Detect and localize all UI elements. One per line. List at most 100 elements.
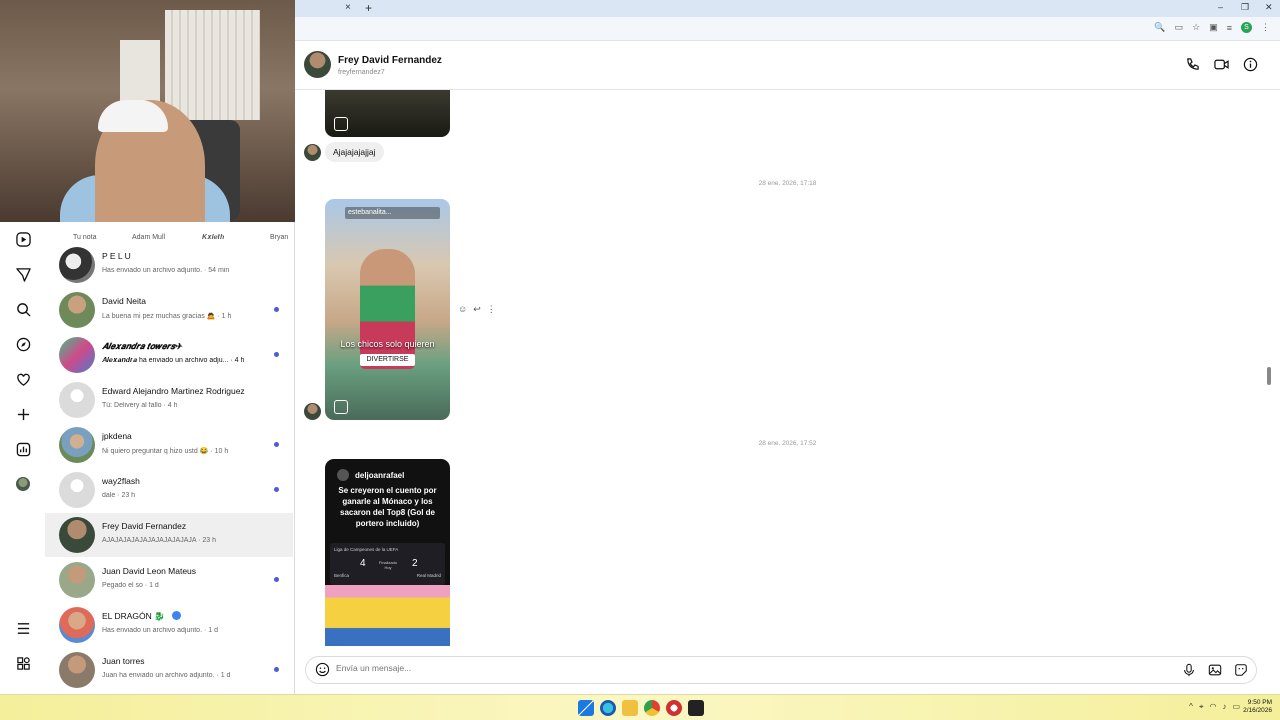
note-label[interactable]: Bryan [270, 234, 288, 241]
chat-scrollbar[interactable] [1267, 367, 1271, 385]
obs-taskbar-icon[interactable] [688, 700, 704, 716]
file-explorer-icon[interactable] [622, 700, 638, 716]
more-menu-icon[interactable] [12, 617, 34, 639]
unread-dot [274, 352, 279, 357]
start-windows-icon[interactable] [578, 700, 594, 716]
conversation-name: Edward Alejandro Martinez Rodriguez [102, 386, 245, 396]
maximize-button[interactable]: ❐ [1241, 2, 1249, 13]
conversation-name: jpkdena [102, 431, 132, 441]
tab-close-button[interactable]: × [345, 2, 351, 13]
conversation-item-active[interactable]: Frey David Fernandez AJAJAJAJAJAJAJAJAJA… [45, 513, 293, 557]
sticker-icon[interactable] [1234, 663, 1248, 682]
volume-icon[interactable]: ♪ [1222, 702, 1226, 712]
reel-caption: Se creyeron el cuento por ganarle al Món… [338, 486, 437, 528]
reel-icon [334, 117, 348, 131]
reel-attachment[interactable]: deljoanrafael Se creyeron el cuento por … [325, 459, 450, 646]
avatar [59, 337, 95, 373]
split-screen-icon[interactable]: ▣ [1209, 22, 1218, 33]
image-upload-icon[interactable] [1208, 663, 1222, 682]
conversation-preview: dale · 23 h [102, 492, 136, 499]
conversation-preview: Has enviado un archivo adjunto. · 54 min [102, 267, 230, 274]
away-team: Real Madrid [416, 573, 441, 578]
edge-browser-icon[interactable] [600, 700, 616, 716]
conversation-item[interactable]: 𝑨𝒍𝒆𝒙𝒂𝒏𝒅𝒓𝒂 𝒕𝒐𝒘𝒆𝒓𝒔✈ 𝑨𝒍𝒆𝒙𝒂𝒏𝒅𝒓𝒂 ha enviado u… [45, 333, 293, 377]
search-icon[interactable] [12, 298, 34, 320]
reel-handle: deljoanrafael [355, 471, 405, 480]
message-input[interactable] [336, 663, 1156, 673]
react-emoji-icon[interactable]: ☺ [458, 304, 467, 315]
reel-attachment[interactable]: estebanalita... Los chicos solo quieren … [325, 199, 450, 420]
message-timestamp: 28 ene. 2026, 17:52 [758, 440, 817, 447]
battery-icon[interactable]: ▭ [1232, 702, 1240, 712]
browser-menu-icon[interactable]: ⋮ [1261, 22, 1270, 33]
conversation-item[interactable]: Juan torres Juan ha enviado un archivo a… [45, 648, 293, 692]
unread-dot [274, 307, 279, 312]
clock-time: 9:50 PM [1247, 699, 1272, 706]
league-name: Liga de Campeones de la UEFA [334, 547, 399, 552]
reply-icon[interactable]: ↩ [473, 304, 481, 315]
conversation-item[interactable]: Juan David Leon Mateus Pegado el so · 1 … [45, 558, 293, 602]
unread-dot [274, 667, 279, 672]
zoom-icon[interactable]: 🔍 [1154, 22, 1165, 33]
note-label[interactable]: 𝑲𝒙𝒍𝒆𝒕𝒉 [202, 234, 224, 242]
conversation-preview: Has enviado un archivo adjunto. · 1 d [102, 627, 218, 634]
minimize-button[interactable]: – [1218, 2, 1223, 12]
wifi-icon[interactable]: ◠ [1209, 702, 1216, 712]
avatar [59, 652, 95, 688]
conversation-item[interactable]: way2flash dale · 23 h [45, 468, 293, 512]
clock-date: 2/16/2026 [1243, 707, 1272, 714]
chat-contact-username: freyfernandez7 [338, 69, 385, 76]
tray-chevron-icon[interactable]: ^ [1189, 702, 1193, 712]
avatar [59, 292, 95, 328]
match-status: Finalizado Hoy [378, 560, 398, 570]
conversation-item[interactable]: P E L U Has enviado un archivo adjunto. … [45, 243, 293, 287]
conversation-preview: AJAJAJAJAJAJAJAJAJAJAJA · 23 h [102, 537, 216, 544]
create-plus-icon[interactable] [12, 403, 34, 425]
chrome-browser-icon[interactable] [644, 700, 660, 716]
emoji-picker-icon[interactable] [315, 662, 330, 682]
meta-apps-icon[interactable] [12, 652, 34, 674]
location-icon: ⌖ [1198, 702, 1204, 711]
phone-call-icon[interactable] [1185, 57, 1200, 77]
profile-avatar[interactable]: S [1241, 22, 1252, 33]
chat-header: Frey David Fernandez freyfernandez7 [295, 41, 1280, 90]
extensions-icon[interactable]: ≡ [1227, 23, 1232, 33]
cartoon-image [325, 585, 450, 646]
conversation-name: Frey David Fernandez [102, 521, 187, 531]
reel-caption: Los chicos solo quieren [340, 339, 435, 349]
app-taskbar-icon[interactable] [666, 700, 682, 716]
conversation-list: Tu nota Adam Mull 𝑲𝒙𝒍𝒆𝒕𝒉 Bryan P E L U H… [45, 222, 295, 694]
more-options-icon[interactable]: ⋮ [487, 304, 496, 315]
insights-chart-icon[interactable] [12, 438, 34, 460]
video-call-icon[interactable] [1214, 57, 1229, 77]
conversation-name: Juan David Leon Mateus [102, 566, 197, 576]
address-bar[interactable]: 🔍 ▭ ☆ ▣ ≡ S ⋮ [295, 17, 1280, 41]
info-icon[interactable] [1243, 57, 1258, 77]
conversation-item[interactable]: EL DRAGÓN 🐉 Has enviado un archivo adjun… [45, 603, 293, 647]
close-window-button[interactable]: ✕ [1265, 2, 1273, 13]
messages-icon[interactable] [12, 263, 34, 285]
bookmark-star-icon[interactable]: ☆ [1192, 22, 1200, 33]
conversation-item[interactable]: jpkdena Ni quiero preguntar q hizo ustd … [45, 423, 293, 467]
reel-icon [334, 400, 348, 414]
microphone-icon[interactable] [1182, 663, 1196, 682]
notifications-heart-icon[interactable] [12, 368, 34, 390]
reels-icon[interactable] [12, 228, 34, 250]
new-tab-button[interactable]: + [365, 1, 372, 15]
reel-attachment[interactable] [325, 90, 450, 137]
cast-icon[interactable]: ▭ [1175, 22, 1184, 33]
conversation-item[interactable]: Edward Alejandro Martinez Rodriguez Tú: … [45, 378, 293, 422]
note-label[interactable]: Adam Mull [132, 234, 165, 241]
note-label[interactable]: Tu nota [73, 234, 96, 241]
conversation-name: Juan torres [102, 656, 145, 666]
conversation-item[interactable]: David Neita La buena mi pez muchas graci… [45, 288, 293, 332]
conversation-name: David Neita [102, 296, 146, 306]
explore-compass-icon[interactable] [12, 333, 34, 355]
taskbar-clock[interactable]: 9:50 PM 2/16/2026 [1243, 699, 1272, 715]
profile-avatar-icon[interactable] [12, 473, 34, 495]
score-card: Liga de Campeones de la UEFA Benfica 4 F… [330, 543, 445, 585]
chat-avatar[interactable] [304, 51, 331, 78]
conversation-name: 𝑨𝒍𝒆𝒙𝒂𝒏𝒅𝒓𝒂 𝒕𝒐𝒘𝒆𝒓𝒔✈ [102, 341, 182, 351]
chat-contact-name[interactable]: Frey David Fernandez [338, 55, 442, 66]
reel-handle: estebanalita... [345, 207, 440, 219]
